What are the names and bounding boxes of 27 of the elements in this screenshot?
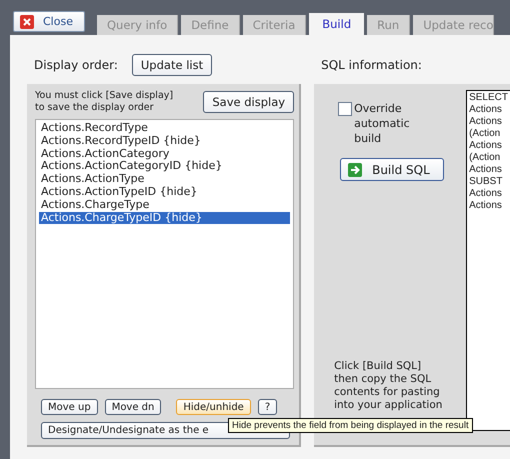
arrow-icon [348, 162, 362, 176]
save-display-button[interactable]: Save display [203, 91, 294, 113]
list-button[interactable]: Move dn [104, 399, 162, 415]
tooltip: Hide prevents the field from being displayed in the result [228, 418, 473, 433]
list-button[interactable]: Hide/unhide [176, 399, 251, 415]
list-button[interactable]: ? [258, 399, 278, 415]
field-list[interactable]: Actions.RecordType Actions.RecordTypeID {hide} Actions.ActionCategory Actions.ActionCategoryID {hide} Actions.ActionType Actions.ActionTypeID {hide} Actions.ChargeType Actions.ChargeTypeID {hide} [35, 119, 294, 389]
close-button[interactable]: Close [13, 11, 85, 32]
list-item[interactable]: Actions.ActionCategoryID {hide} [39, 160, 290, 174]
list-item[interactable]: Actions.ActionType [39, 173, 290, 186]
build-sql-button[interactable]: Build SQL [340, 158, 444, 181]
tab[interactable]: Build [309, 13, 364, 35]
list-button[interactable]: Move up [41, 399, 98, 415]
list-item[interactable]: Actions.RecordTypeID {hide} [39, 134, 290, 148]
override-checkbox[interactable] [338, 102, 352, 116]
section-label: SQL information: [321, 58, 422, 72]
section-label: Display order: [34, 58, 118, 72]
notice-text: You must click [Save display] to save the display order [35, 90, 174, 114]
list-item[interactable]: Actions.ActionCategory [39, 148, 290, 160]
update-list-button[interactable]: Update list [132, 54, 212, 76]
list-item[interactable]: Actions.RecordType [39, 122, 290, 135]
instruction-text: Click [Build SQL] then copy the SQL contents for pasting into your application [334, 360, 444, 412]
list-item[interactable]: Actions.ChargeTypeID {hide} [39, 212, 290, 224]
list-item[interactable]: Actions.ChargeType [39, 198, 290, 212]
close-icon [20, 14, 34, 28]
list-item[interactable]: Actions.ActionTypeID {hide} [39, 186, 290, 199]
checkbox-label: Override automatic build [354, 101, 411, 146]
